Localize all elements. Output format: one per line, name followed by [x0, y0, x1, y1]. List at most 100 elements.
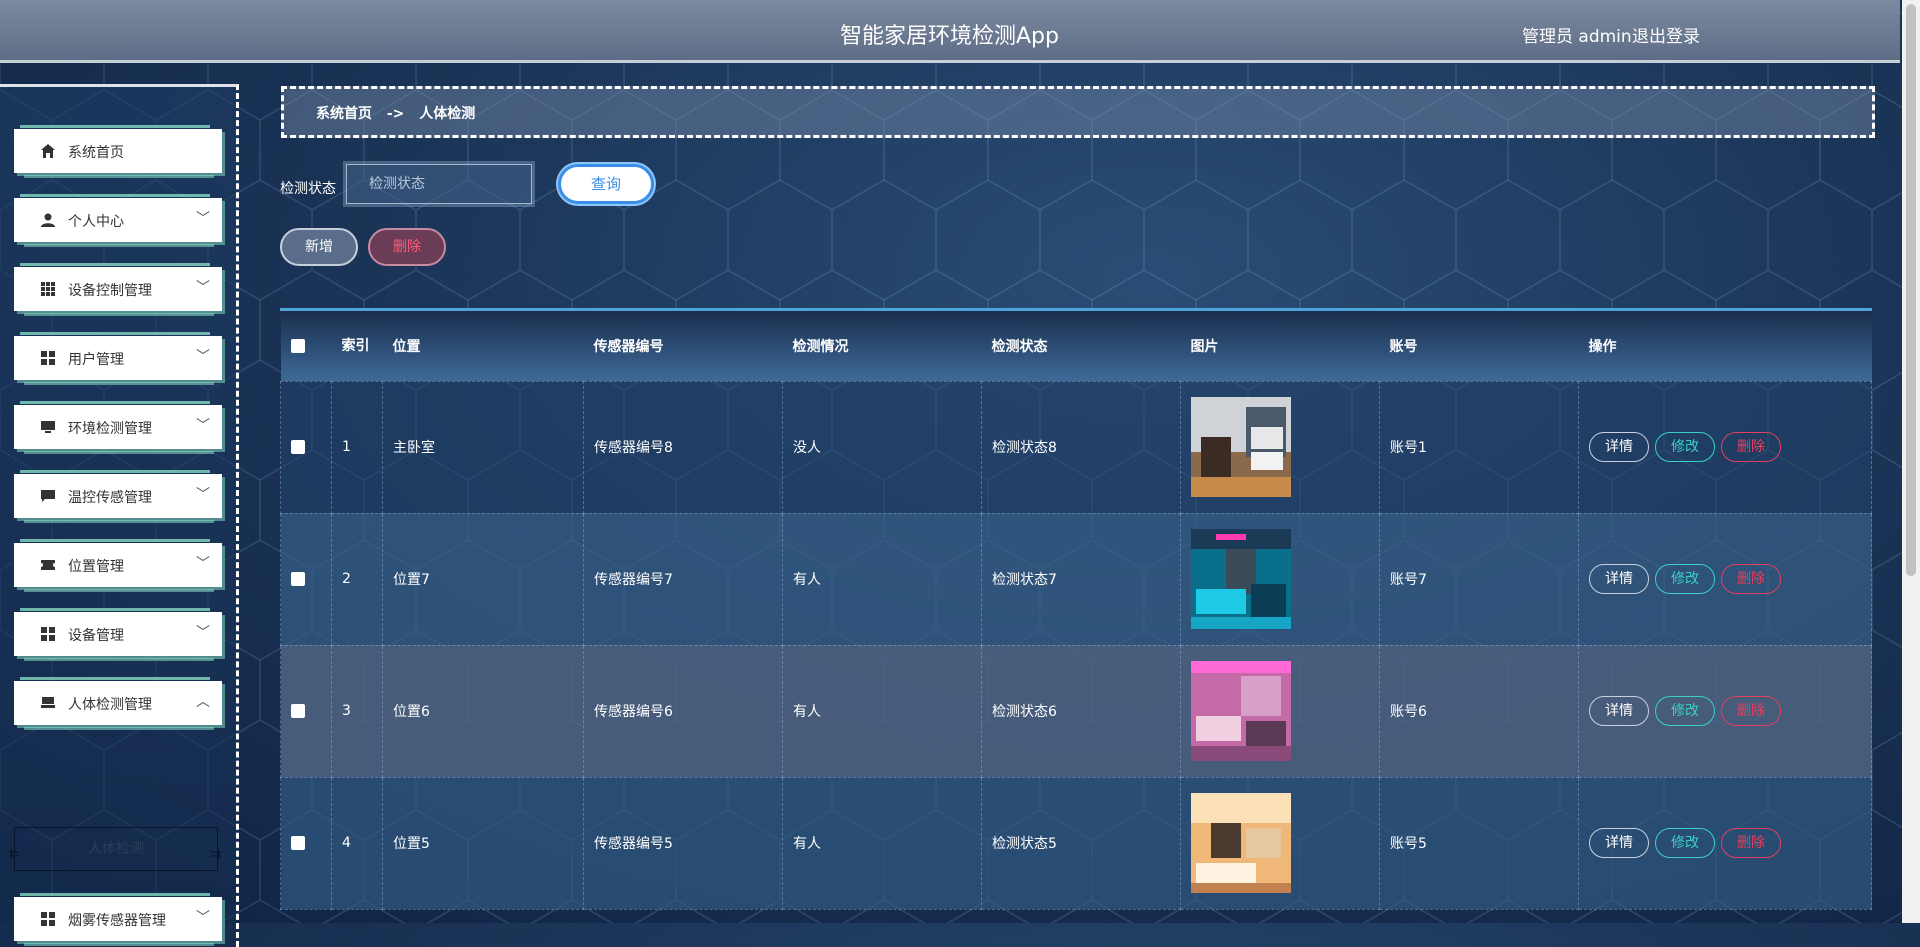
cell-image [1180, 380, 1380, 514]
logout-link[interactable]: 退出登录 [1632, 22, 1700, 47]
person-icon [41, 213, 55, 227]
blocks-icon [41, 627, 55, 641]
chevron-down-icon: ﹀ [196, 487, 210, 503]
sidebar-item-label: 用户管理 [68, 352, 124, 368]
cell-image [1180, 512, 1380, 646]
sidebar-item-environment-monitoring[interactable]: 环境检测管理 ﹀ [14, 401, 222, 454]
sidebar: 系统首页 个人中心 ﹀ 设备控制管理 ﹀ 用户管理 ﹀ 环境检测管理 ﹀ 温控传… [0, 84, 239, 947]
room-thumbnail[interactable] [1191, 793, 1291, 893]
status-search-input[interactable] [343, 161, 535, 207]
chevron-down-icon: ﹀ [196, 280, 210, 296]
vertical-scrollbar[interactable] [1902, 0, 1920, 923]
chevron-down-icon: ﹀ [196, 211, 210, 227]
cell-location: 主卧室 [382, 380, 584, 514]
cell-location: 位置7 [382, 512, 584, 646]
breadcrumb-home[interactable]: 系统首页 [316, 106, 372, 122]
arrow-decoration-icon: ⇉ [210, 847, 221, 862]
sidebar-subitem-label: 人体检测 [88, 841, 144, 857]
cell-account: 账号5 [1379, 776, 1579, 910]
blocks-icon [41, 351, 55, 365]
header-status: 检测状态 [991, 338, 1048, 355]
sidebar-item-human-detection-management[interactable]: 人体检测管理 ︿ [14, 677, 222, 730]
cell-location: 位置6 [382, 644, 584, 778]
cell-sensor: 传感器编号5 [583, 776, 783, 910]
sidebar-item-label: 烟雾传感器管理 [68, 913, 166, 929]
delete-button[interactable]: 删除 [1721, 432, 1781, 462]
query-button[interactable]: 查询 [558, 164, 654, 204]
sidebar-item-device-control[interactable]: 设备控制管理 ﹀ [14, 263, 222, 316]
arrow-decoration-icon: ⇇ [9, 847, 20, 862]
sidebar-item-label: 个人中心 [68, 214, 124, 230]
cell-situation: 有人 [782, 644, 982, 778]
detail-button[interactable]: 详情 [1589, 696, 1649, 726]
sidebar-item-user-management[interactable]: 用户管理 ﹀ [14, 332, 222, 385]
sidebar-item-home[interactable]: 系统首页 [14, 125, 222, 178]
sidebar-item-label: 系统首页 [68, 145, 124, 161]
room-thumbnail[interactable] [1191, 661, 1291, 761]
row-checkbox[interactable] [291, 440, 305, 454]
cell-situation: 没人 [782, 380, 982, 514]
header-image: 图片 [1190, 338, 1219, 355]
cell-status: 检测状态6 [981, 644, 1181, 778]
header-index: 索引 [341, 337, 370, 354]
cell-status: 检测状态7 [981, 512, 1181, 646]
sidebar-item-label: 环境检测管理 [68, 421, 152, 437]
header-operations: 操作 [1588, 338, 1617, 355]
batch-delete-button[interactable]: 删除 [368, 228, 446, 266]
table-row: 2 位置7 传感器编号7 有人 检测状态7 账号7 详情 修改 删除 [280, 512, 1872, 646]
sidebar-item-device-management[interactable]: 设备管理 ﹀ [14, 608, 222, 661]
cell-index: 3 [331, 644, 383, 778]
edit-button[interactable]: 修改 [1655, 828, 1715, 858]
cell-index: 1 [331, 380, 383, 514]
scrollbar-thumb[interactable] [1906, 4, 1916, 576]
sidebar-subitem-human-detection[interactable]: ⇇ 人体检测 ⇉ [9, 827, 221, 871]
edit-button[interactable]: 修改 [1655, 564, 1715, 594]
sidebar-item-label: 人体检测管理 [68, 697, 152, 713]
sidebar-item-label: 位置管理 [68, 559, 124, 575]
table-row: 3 位置6 传感器编号6 有人 检测状态6 账号6 详情 修改 删除 [280, 644, 1872, 778]
row-checkbox[interactable] [291, 572, 305, 586]
grid-icon [41, 282, 55, 296]
room-thumbnail[interactable] [1191, 397, 1291, 497]
row-checkbox[interactable] [291, 836, 305, 850]
sidebar-item-temperature-sensor[interactable]: 温控传感管理 ﹀ [14, 470, 222, 523]
delete-button[interactable]: 删除 [1721, 828, 1781, 858]
sidebar-item-smoke-sensor[interactable]: 烟雾传感器管理 ﹀ [14, 893, 222, 946]
detail-button[interactable]: 详情 [1589, 432, 1649, 462]
room-thumbnail[interactable] [1191, 529, 1291, 629]
add-button[interactable]: 新增 [280, 228, 358, 266]
sidebar-item-location-management[interactable]: 位置管理 ﹀ [14, 539, 222, 592]
chevron-up-icon: ︿ [196, 694, 210, 710]
blocks-icon [41, 912, 55, 926]
edit-button[interactable]: 修改 [1655, 696, 1715, 726]
sidebar-item-label: 设备管理 [68, 628, 124, 644]
delete-button[interactable]: 删除 [1721, 696, 1781, 726]
cell-situation: 有人 [782, 512, 982, 646]
detail-button[interactable]: 详情 [1589, 828, 1649, 858]
cell-image [1180, 776, 1380, 910]
detail-button[interactable]: 详情 [1589, 564, 1649, 594]
top-header: 智能家居环境检测App 管理员 admin 退出登录 [0, 0, 1900, 63]
delete-button[interactable]: 删除 [1721, 564, 1781, 594]
chevron-down-icon: ﹀ [196, 625, 210, 641]
data-table: 索引 位置 传感器编号 检测情况 检测状态 图片 账号 操作 1 主卧室 传感器… [280, 308, 1872, 931]
breadcrumb: 系统首页 -> 人体检测 [281, 86, 1875, 138]
app-title: 智能家居环境检测App [840, 24, 1059, 49]
sidebar-item-personal-center[interactable]: 个人中心 ﹀ [14, 194, 222, 247]
edit-button[interactable]: 修改 [1655, 432, 1715, 462]
monitor-icon [41, 421, 55, 433]
cell-operations: 详情 修改 删除 [1578, 512, 1872, 646]
chevron-down-icon: ﹀ [196, 349, 210, 365]
home-icon [41, 144, 55, 158]
bed-icon [41, 697, 55, 708]
sidebar-item-label: 设备控制管理 [68, 283, 152, 299]
table-row: 1 主卧室 传感器编号8 没人 检测状态8 账号1 详情 修改 删除 [280, 380, 1872, 514]
chevron-down-icon: ﹀ [196, 418, 210, 434]
row-checkbox[interactable] [291, 704, 305, 718]
cell-index: 4 [331, 776, 383, 910]
ticket-icon [41, 560, 55, 570]
breadcrumb-separator: -> [386, 106, 405, 122]
table-row: 4 位置5 传感器编号5 有人 检测状态5 账号5 详情 修改 删除 [280, 776, 1872, 910]
select-all-checkbox[interactable] [290, 338, 305, 353]
current-user: 管理员 admin [1522, 27, 1632, 47]
